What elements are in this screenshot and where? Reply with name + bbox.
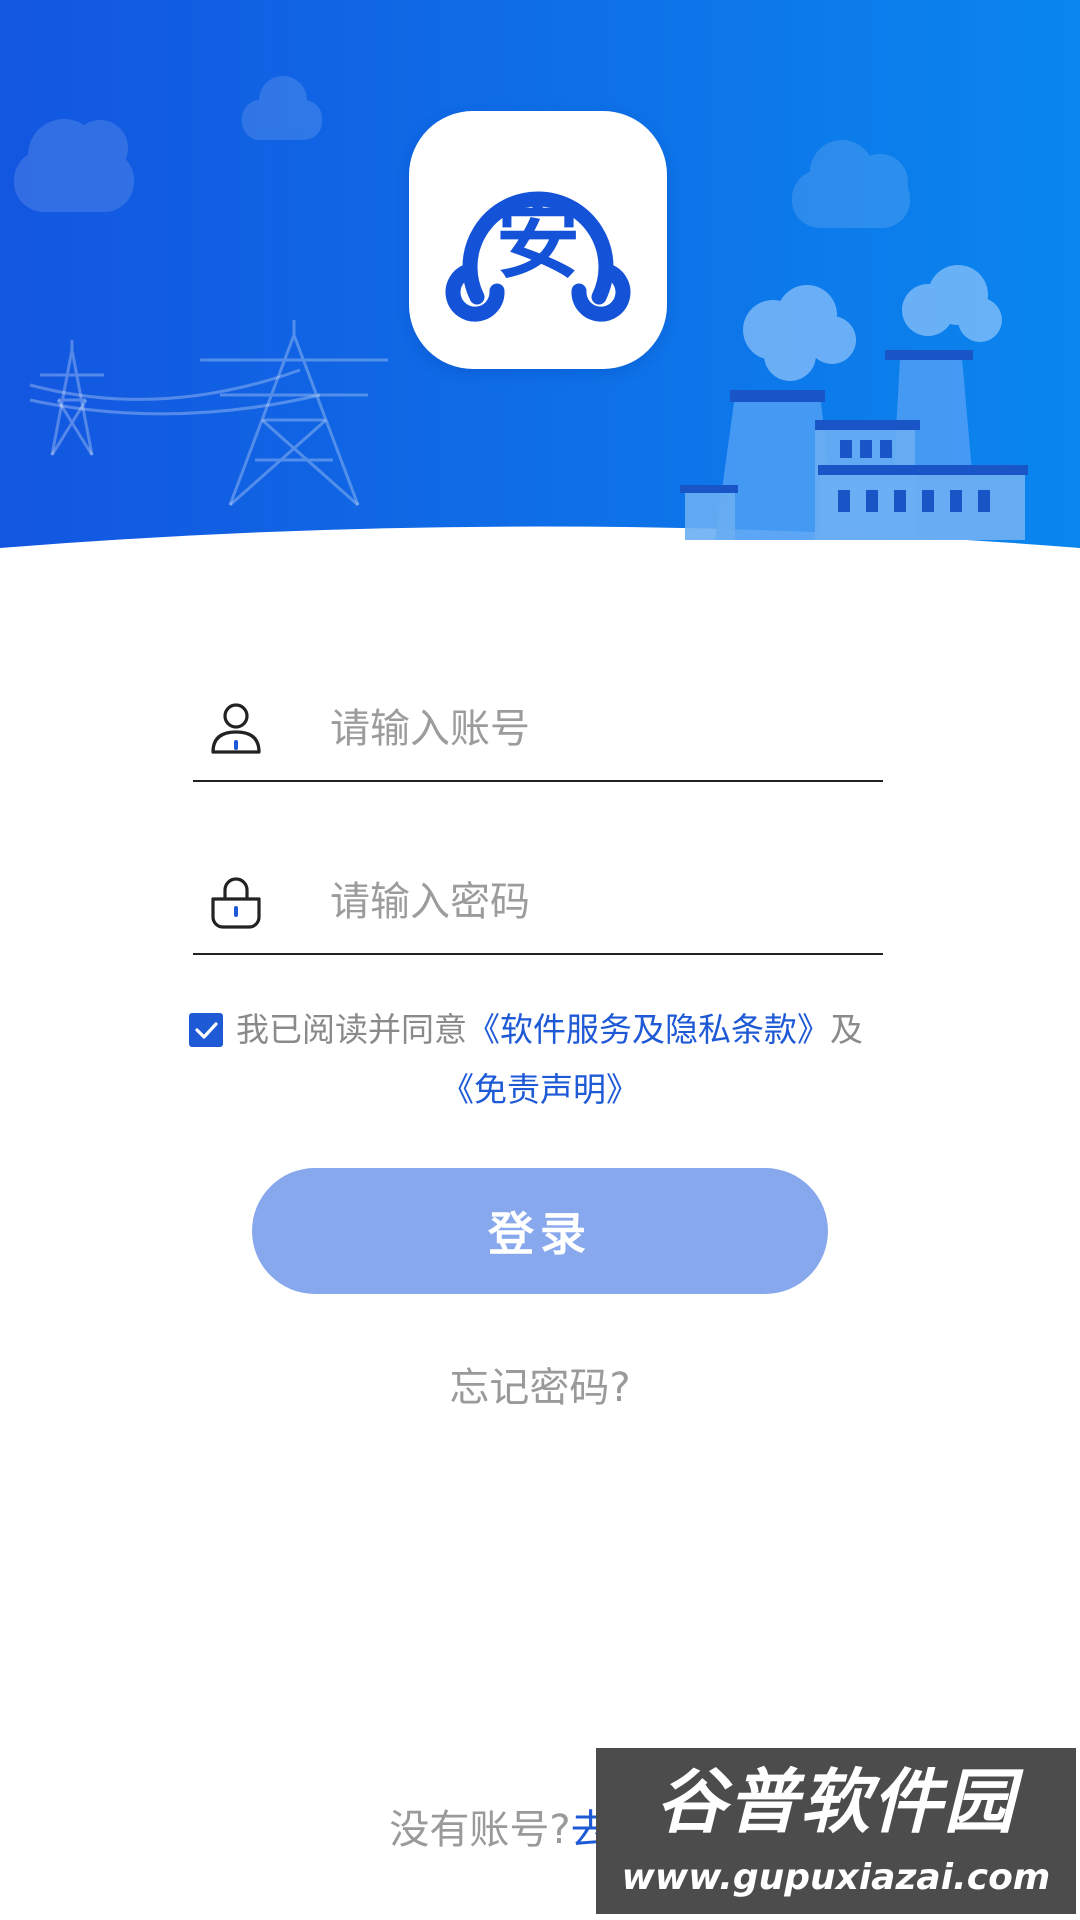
- agreement-text: 我已阅读并同意《软件服务及隐私条款》及: [236, 1006, 916, 1054]
- watermark-url: www.gupuxiazai.com: [621, 1857, 1051, 1898]
- checkmark-icon: [195, 1022, 218, 1039]
- login-button[interactable]: 登录: [252, 1168, 828, 1294]
- watermark: 谷普软件园 www.gupuxiazai.com: [596, 1748, 1076, 1914]
- agreement-conjunction: 及: [830, 1010, 863, 1049]
- terms-link[interactable]: 《软件服务及隐私条款》: [467, 1010, 830, 1049]
- app-logo: 安: [409, 111, 667, 369]
- agreement-prefix: 我已阅读并同意: [236, 1010, 467, 1049]
- disclaimer-link[interactable]: 《免责声明》: [441, 1070, 639, 1109]
- watermark-title: 谷普软件园: [656, 1761, 1016, 1843]
- no-account-text: 没有账号?: [389, 1807, 571, 1853]
- password-field: [193, 853, 883, 955]
- agreement-checkbox[interactable]: [189, 1013, 223, 1047]
- user-icon: [211, 703, 261, 754]
- logo-glyph: 安: [495, 192, 580, 290]
- forgot-password-link[interactable]: 忘记密码?: [0, 1360, 1080, 1416]
- header-banner: 安: [0, 0, 1080, 560]
- account-field: [193, 680, 883, 782]
- account-input[interactable]: [328, 698, 852, 760]
- agreement-text-line2: 《免责声明》: [0, 1066, 1080, 1114]
- lock-icon: [211, 877, 261, 929]
- password-input[interactable]: [328, 871, 852, 933]
